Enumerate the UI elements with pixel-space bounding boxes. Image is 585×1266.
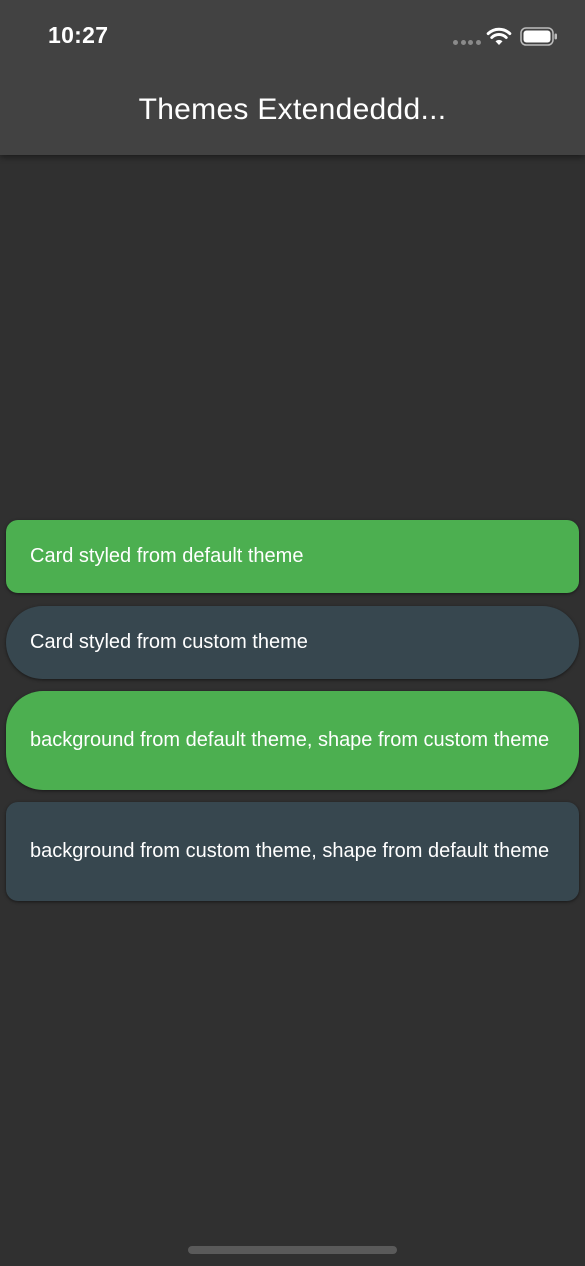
card-default-theme: Card styled from default theme bbox=[6, 520, 579, 593]
status-time: 10:27 bbox=[48, 22, 109, 48]
wifi-icon bbox=[486, 27, 512, 45]
battery-icon bbox=[520, 27, 557, 46]
card-custom-background-default-shape: background from custom theme, shape from… bbox=[6, 802, 579, 901]
app-bar: 10:27 Themes Extendeddd... bbox=[0, 0, 585, 155]
card-text: background from custom theme, shape from… bbox=[30, 840, 550, 862]
card-text: Card styled from custom theme bbox=[30, 631, 308, 653]
card-text: background from default theme, shape fro… bbox=[30, 729, 550, 751]
signal-dots-icon bbox=[453, 40, 481, 46]
card-text: Card styled from default theme bbox=[30, 545, 304, 567]
card-custom-theme: Card styled from custom theme bbox=[6, 606, 579, 679]
card-default-background-custom-shape: background from default theme, shape fro… bbox=[6, 691, 579, 790]
home-indicator[interactable] bbox=[188, 1246, 397, 1254]
page-title: Themes Extendeddd... bbox=[138, 93, 447, 126]
